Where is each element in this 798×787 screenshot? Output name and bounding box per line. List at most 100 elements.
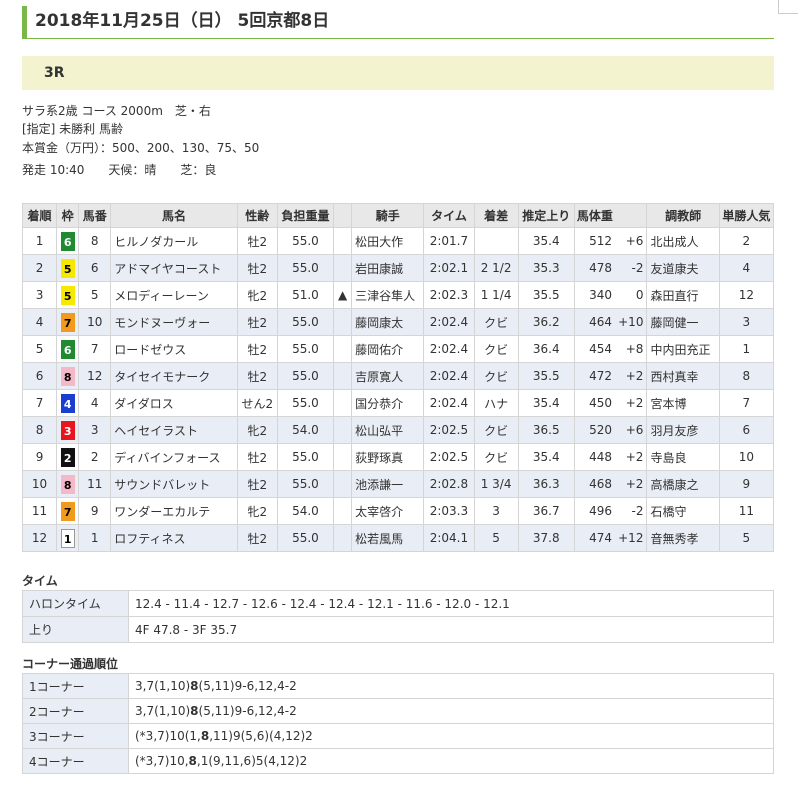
body-weight-diff: +2 xyxy=(615,362,648,390)
body-weight: 468 xyxy=(573,470,616,498)
trainer-name: 中内田充正 xyxy=(646,335,720,363)
sex-age: 牡2 xyxy=(236,524,278,552)
corner-label: 2コーナー xyxy=(22,698,129,724)
waku-badge: 8 xyxy=(56,362,80,390)
apprentice-mark xyxy=(333,227,353,255)
waku-badge: 1 xyxy=(56,524,80,552)
col-horse-number: 馬番 xyxy=(78,203,112,228)
horse-number: 12 xyxy=(78,362,112,390)
corner-table: 1コーナー 3,7(1,10)8(5,11)9-6,12,4-2 2コーナー 3… xyxy=(22,673,774,774)
apprentice-mark xyxy=(333,443,353,471)
corner-label: 4コーナー xyxy=(22,748,129,774)
sex-age: 牡2 xyxy=(236,470,278,498)
last-3f: 35.4 xyxy=(517,227,575,255)
col-jockey: 騎手 xyxy=(351,203,425,228)
body-weight: 478 xyxy=(573,254,616,282)
page-title: 2018年11月25日（日） 5回京都8日 xyxy=(22,6,774,39)
waku-badge: 5 xyxy=(56,281,80,309)
col-mark xyxy=(333,203,353,228)
race-conditions-class: [指定] 未勝利 馬齢 xyxy=(22,122,123,136)
corner-order-pre: (*3,7)10, xyxy=(135,754,189,768)
result-row: 1 6 8 ヒルノダカール 牡2 55.0 松田大作 2:01.7 35.4 512 +6 北出成人 2 xyxy=(21,227,775,255)
finish-position: 11 xyxy=(21,497,58,525)
waku-badge: 7 xyxy=(56,497,80,525)
horse-name: ダイダロス xyxy=(110,389,238,417)
finish-time: 2:04.1 xyxy=(423,524,475,552)
carried-weight: 55.0 xyxy=(276,254,335,282)
trainer-name: 藤岡健一 xyxy=(646,308,720,336)
body-weight: 496 xyxy=(573,497,616,525)
finish-position: 6 xyxy=(21,362,58,390)
popularity: 4 xyxy=(718,254,775,282)
corner-decoration xyxy=(778,0,798,14)
result-row: 3 5 5 メロディーレーン 牝2 51.0 ▲ 三津谷隼人 2:02.3 1 1/4 35.5 34… xyxy=(21,281,775,309)
corner-order-pre: (*3,7)10(1, xyxy=(135,729,201,743)
body-weight: 464 xyxy=(573,308,616,336)
last-3f: 36.4 xyxy=(517,335,575,363)
margin: 1 1/4 xyxy=(473,281,519,309)
jockey-name: 太宰啓介 xyxy=(351,497,425,525)
body-weight: 450 xyxy=(573,389,616,417)
jockey-name: 松若風馬 xyxy=(351,524,425,552)
horse-name: ロフティネス xyxy=(110,524,238,552)
horse-number: 4 xyxy=(78,389,112,417)
body-weight-diff: +2 xyxy=(615,470,648,498)
apprentice-mark xyxy=(333,470,353,498)
waku-badge: 3 xyxy=(56,416,80,444)
carried-weight: 55.0 xyxy=(276,227,335,255)
waku-number: 2 xyxy=(60,447,75,467)
finish-time: 2:02.4 xyxy=(423,308,475,336)
finish-time: 2:02.3 xyxy=(423,281,475,309)
finish-position: 1 xyxy=(21,227,58,255)
body-weight-diff: +6 xyxy=(615,416,648,444)
body-weight: 472 xyxy=(573,362,616,390)
sex-age: 牡2 xyxy=(236,227,278,255)
jockey-name: 岩田康誠 xyxy=(351,254,425,282)
last-3f: 36.3 xyxy=(517,470,575,498)
body-weight: 448 xyxy=(573,443,616,471)
apprentice-mark: ▲ xyxy=(333,281,353,309)
results-table: 着順 枠 馬番 馬名 性齢 負担重量 騎手 タイム 着差 推定上り 馬体重 調教… xyxy=(21,203,775,552)
apprentice-mark xyxy=(333,335,353,363)
waku-number: 8 xyxy=(60,474,75,494)
horse-number: 10 xyxy=(78,308,112,336)
waku-badge: 5 xyxy=(56,254,80,282)
corner-order-winner: 8 xyxy=(190,679,199,693)
result-row: 7 4 4 ダイダロス せん2 55.0 国分恭介 2:02.4 ハナ 35.4 450 +2 宮本博 7 xyxy=(21,389,775,417)
col-time: タイム xyxy=(423,203,475,228)
carried-weight: 51.0 xyxy=(276,281,335,309)
popularity: 7 xyxy=(718,389,775,417)
popularity: 8 xyxy=(718,362,775,390)
popularity: 9 xyxy=(718,470,775,498)
corner-row: 2コーナー 3,7(1,10)8(5,11)9-6,12,4-2 xyxy=(22,698,774,724)
finish-time: 2:02.5 xyxy=(423,416,475,444)
margin: 2 1/2 xyxy=(473,254,519,282)
margin: ハナ xyxy=(473,389,519,417)
jockey-name: 国分恭介 xyxy=(351,389,425,417)
apprentice-mark xyxy=(333,362,353,390)
waku-badge: 6 xyxy=(56,335,80,363)
jockey-name: 池添謙一 xyxy=(351,470,425,498)
finish-time: 2:02.1 xyxy=(423,254,475,282)
finish-time: 2:02.8 xyxy=(423,470,475,498)
results-header-row: 着順 枠 馬番 馬名 性齢 負担重量 騎手 タイム 着差 推定上り 馬体重 調教… xyxy=(21,203,775,228)
horse-number: 2 xyxy=(78,443,112,471)
finish-time: 2:02.4 xyxy=(423,335,475,363)
waku-badge: 6 xyxy=(56,227,80,255)
result-row: 11 7 9 ワンダーエカルテ 牝2 54.0 太宰啓介 2:03.3 3 36.7 496 -2 石橋… xyxy=(21,497,775,525)
body-weight-diff: 0 xyxy=(615,281,648,309)
corner-order-winner: 8 xyxy=(190,704,199,718)
sex-age: 牡2 xyxy=(236,308,278,336)
body-weight: 340 xyxy=(573,281,616,309)
carried-weight: 54.0 xyxy=(276,416,335,444)
horse-number: 1 xyxy=(78,524,112,552)
col-finish: 着順 xyxy=(21,203,58,228)
result-row: 8 3 3 ヘイセイラスト 牝2 54.0 松山弘平 2:02.5 クビ 36.5 520 +6 羽月友… xyxy=(21,416,775,444)
corner-order-post: ,1(9,11,6)5(4,12)2 xyxy=(196,754,308,768)
col-horse-name: 馬名 xyxy=(110,203,238,228)
corner-row: 4コーナー (*3,7)10,8,1(9,11,6)5(4,12)2 xyxy=(22,748,774,774)
col-body-weight-diff xyxy=(615,203,648,228)
sex-age: 牡2 xyxy=(236,443,278,471)
waku-badge: 7 xyxy=(56,308,80,336)
col-margin: 着差 xyxy=(473,203,519,228)
